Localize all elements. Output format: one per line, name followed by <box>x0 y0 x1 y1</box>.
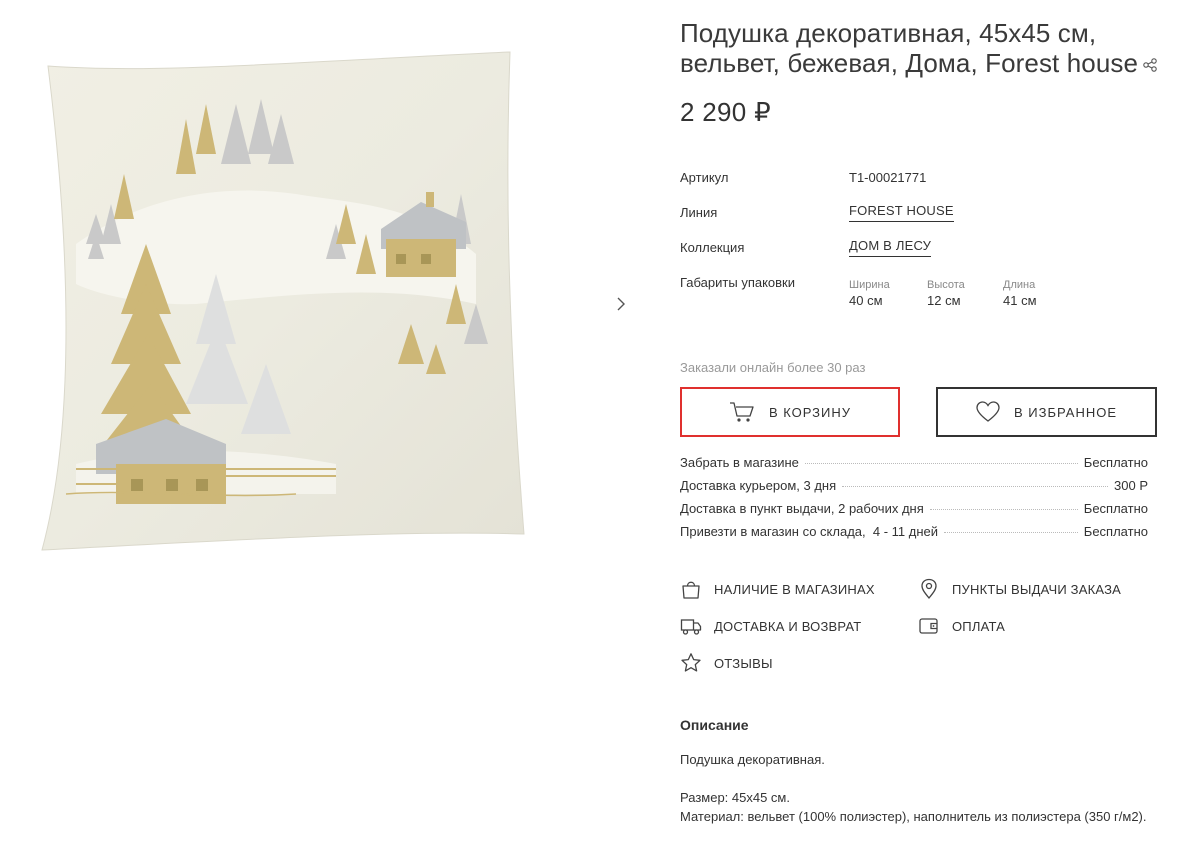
description-size: Размер: 45х45 см. <box>680 790 790 805</box>
spec-line: Линия FOREST HOUSE <box>680 201 1160 236</box>
collection-link[interactable]: ДОМ В ЛЕСУ <box>849 238 932 257</box>
link-payment[interactable]: ОПЛАТА <box>918 615 1005 637</box>
spec-label: Артикул <box>680 170 729 185</box>
description-material: Материал: вельвет (100% полиэстер), напо… <box>680 809 1147 824</box>
pillow-illustration <box>41 51 525 551</box>
spec-article: Артикул Т1-00021771 <box>680 166 1160 201</box>
dimension-width: Ширина 40 см <box>849 278 890 310</box>
dimension-value: 41 см <box>1003 293 1037 308</box>
star-icon <box>681 653 701 672</box>
link-reviews[interactable]: ОТЗЫВЫ <box>680 652 773 674</box>
dotted-leader <box>842 486 1109 487</box>
link-label: ПУНКТЫ ВЫДАЧИ ЗАКАЗА <box>952 581 1122 597</box>
link-label: ОТЗЫВЫ <box>714 655 773 671</box>
map-pin-icon <box>921 578 937 600</box>
truck-icon <box>680 619 702 635</box>
ordered-count-text: Заказали онлайн более 30 раз <box>680 360 866 375</box>
spec-package: Габариты упаковки Ширина 40 см Высота 12… <box>680 271 1160 321</box>
link-store-availability[interactable]: НАЛИЧИЕ В МАГАЗИНАХ <box>680 578 875 600</box>
dimension-height: Высота 12 см <box>927 278 965 310</box>
delivery-option-label: Забрать в магазине <box>680 455 799 470</box>
link-label: НАЛИЧИЕ В МАГАЗИНАХ <box>714 581 875 597</box>
product-specs: Артикул Т1-00021771 Линия FOREST HOUSE К… <box>680 166 1160 321</box>
product-info: Подушка декоративная, 45х45 см, вельвет,… <box>680 0 1160 843</box>
cart-icon <box>729 402 754 422</box>
dotted-leader <box>804 463 1078 464</box>
product-price: 2 290 ₽ <box>680 97 771 127</box>
delivery-option-label: Доставка курьером, 3 дня <box>680 478 837 493</box>
dimension-label: Высота <box>927 279 965 291</box>
heart-icon <box>976 401 1000 422</box>
delivery-option: Доставка в пункт выдачи, 2 рабочих дня Б… <box>680 501 1148 524</box>
delivery-option-label: Привезти в магазин со склада, 4 - 11 дне… <box>680 524 939 539</box>
delivery-option: Привезти в магазин со склада, 4 - 11 дне… <box>680 524 1148 547</box>
product-title-text: Подушка декоративная, 45х45 см, вельвет,… <box>680 18 1139 78</box>
spec-label: Габариты упаковки <box>680 275 796 290</box>
delivery-option-price: Бесплатно <box>1083 501 1148 516</box>
spec-label: Коллекция <box>680 240 745 255</box>
delivery-option: Доставка курьером, 3 дня 300 Р <box>680 478 1148 501</box>
delivery-option-price: Бесплатно <box>1083 524 1148 539</box>
delivery-option-label: Доставка в пункт выдачи, 2 рабочих дня <box>680 501 924 516</box>
link-label: ОПЛАТА <box>952 618 1006 634</box>
delivery-options: Забрать в магазине Бесплатно Доставка ку… <box>680 455 1148 547</box>
article-value: Т1-00021771 <box>849 170 927 185</box>
add-to-favorites-label: В ИЗБРАННОЕ <box>1013 404 1118 420</box>
product-title: Подушка декоративная, 45х45 см, вельвет,… <box>680 18 1160 78</box>
dimension-label: Ширина <box>849 279 890 291</box>
link-label: ДОСТАВКА И ВОЗВРАТ <box>714 618 862 634</box>
dimension-value: 12 см <box>927 293 961 308</box>
shopping-bag-icon <box>682 581 700 599</box>
delivery-option-price: Бесплатно <box>1083 455 1148 470</box>
description-line: Подушка декоративная. <box>680 752 825 767</box>
product-image[interactable] <box>36 44 536 560</box>
dimension-label: Длина <box>1003 279 1036 291</box>
add-to-cart-button[interactable]: В КОРЗИНУ <box>680 387 900 437</box>
description-title: Описание <box>680 717 749 733</box>
link-delivery-return[interactable]: ДОСТАВКА И ВОЗВРАТ <box>680 615 861 637</box>
dimension-value: 40 см <box>849 293 883 308</box>
share-icon[interactable] <box>1142 57 1158 73</box>
dimension-length: Длина 41 см <box>1003 278 1037 310</box>
chevron-right-icon <box>617 297 625 311</box>
delivery-option: Забрать в магазине Бесплатно <box>680 455 1148 478</box>
add-to-favorites-button[interactable]: В ИЗБРАННОЕ <box>936 387 1157 437</box>
delivery-option-price: 300 Р <box>1114 478 1148 493</box>
spec-label: Линия <box>680 205 718 220</box>
dotted-leader <box>944 532 1078 533</box>
product-gallery <box>0 0 640 843</box>
gallery-next-button[interactable] <box>610 292 632 316</box>
info-links: НАЛИЧИЕ В МАГАЗИНАХ ПУНКТЫ ВЫДАЧИ ЗАКАЗА… <box>680 578 1160 688</box>
dotted-leader <box>929 509 1078 510</box>
wallet-icon <box>919 618 938 634</box>
spec-collection: Коллекция ДОМ В ЛЕСУ <box>680 236 1160 271</box>
line-link[interactable]: FOREST HOUSE <box>849 203 954 222</box>
add-to-cart-label: В КОРЗИНУ <box>768 404 852 420</box>
link-pickup-points[interactable]: ПУНКТЫ ВЫДАЧИ ЗАКАЗА <box>918 578 1121 600</box>
